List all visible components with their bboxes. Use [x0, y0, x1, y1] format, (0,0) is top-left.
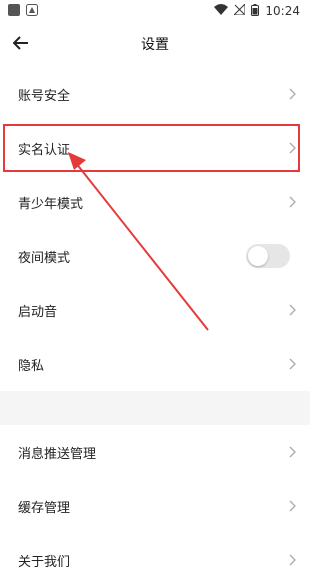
chevron-right-icon — [289, 554, 296, 566]
settings-item-label: 关于我们 — [18, 554, 71, 570]
annotation-arrow — [68, 152, 209, 331]
